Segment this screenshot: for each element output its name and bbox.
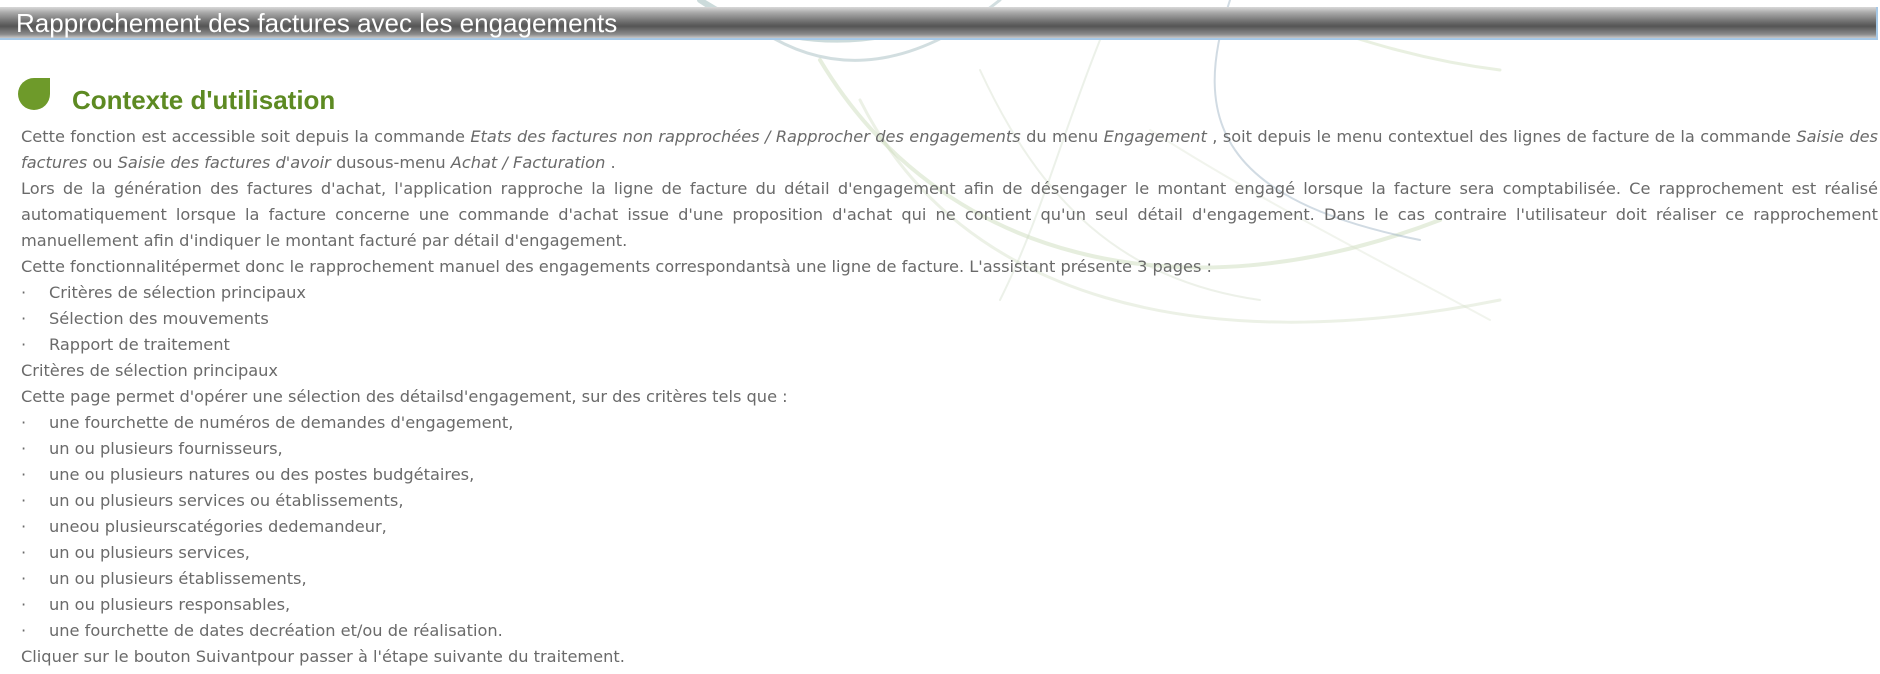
criteria-intro-paragraph: Cette page permet d'opérer une sélection… bbox=[21, 387, 788, 406]
list-item: · uneou plusieurscatégories dedemandeur, bbox=[21, 514, 1878, 540]
list-item: · un ou plusieurs responsables, bbox=[21, 592, 1878, 618]
list-item: · un ou plusieurs établissements, bbox=[21, 566, 1878, 592]
intro-text: ou bbox=[87, 153, 118, 172]
command-name: Saisie des factures d'avoir bbox=[117, 153, 331, 172]
list-item-text: un ou plusieurs services ou établissemen… bbox=[49, 491, 404, 510]
intro-text: . bbox=[605, 153, 616, 172]
bullet-icon: · bbox=[21, 335, 27, 354]
list-item: · un ou plusieurs services ou établisseme… bbox=[21, 488, 1878, 514]
leaf-icon bbox=[18, 78, 50, 110]
list-item-text: Critères de sélection principaux bbox=[49, 283, 306, 302]
bullet-icon: · bbox=[21, 569, 27, 588]
list-item: · une fourchette de numéros de demandes d… bbox=[21, 410, 1878, 436]
description-paragraph: Lors de la génération des factures d'ach… bbox=[21, 179, 1878, 250]
bullet-icon: · bbox=[21, 543, 27, 562]
pages-list: · Critères de sélection principaux · Sélec… bbox=[21, 280, 1878, 358]
intro-paragraph: Cette fonction est accessible soit depui… bbox=[21, 124, 1878, 176]
title-bar: Rapprochement des factures avec les enga… bbox=[0, 7, 1878, 40]
bullet-icon: · bbox=[21, 283, 27, 302]
list-item: · un ou plusieurs services, bbox=[21, 540, 1878, 566]
list-item-text: un ou plusieurs établissements, bbox=[49, 569, 307, 588]
subheading: Critères de sélection principaux bbox=[21, 361, 278, 380]
help-page: Rapprochement des factures avec les enga… bbox=[0, 0, 1880, 674]
bullet-icon: · bbox=[21, 517, 27, 536]
list-item-text: Rapport de traitement bbox=[49, 335, 230, 354]
list-item-text: une fourchette de dates decréation et/ou… bbox=[49, 621, 503, 640]
intro-text: Cette fonction est accessible soit depui… bbox=[21, 127, 471, 146]
bullet-icon: · bbox=[21, 465, 27, 484]
intro-text: dusous-menu bbox=[330, 153, 451, 172]
list-item: · une ou plusieurs natures ou des postes … bbox=[21, 462, 1878, 488]
section-title: Contexte d'utilisation bbox=[72, 85, 336, 115]
list-item: · un ou plusieurs fournisseurs, bbox=[21, 436, 1878, 462]
list-item: · une fourchette de dates decréation et/o… bbox=[21, 618, 1878, 644]
bullet-icon: · bbox=[21, 439, 27, 458]
bullet-icon: · bbox=[21, 413, 27, 432]
page-title: Rapprochement des factures avec les enga… bbox=[16, 8, 618, 38]
list-item-text: une fourchette de numéros de demandes d'… bbox=[49, 413, 514, 432]
next-step-paragraph: Cliquer sur le bouton Suivantpour passer… bbox=[21, 647, 625, 666]
list-item: · Rapport de traitement bbox=[21, 332, 1878, 358]
content-body: Cette fonction est accessible soit depui… bbox=[21, 124, 1878, 670]
feature-paragraph: Cette fonctionnalitépermet donc le rappr… bbox=[21, 257, 1212, 276]
bullet-icon: · bbox=[21, 595, 27, 614]
menu-name: Engagement bbox=[1103, 127, 1207, 146]
list-item-text: uneou plusieurscatégories dedemandeur, bbox=[49, 517, 387, 536]
list-item-text: un ou plusieurs fournisseurs, bbox=[49, 439, 283, 458]
intro-text: du menu bbox=[1020, 127, 1104, 146]
bullet-icon: · bbox=[21, 309, 27, 328]
list-item: · Sélection des mouvements bbox=[21, 306, 1878, 332]
list-item: · Critères de sélection principaux bbox=[21, 280, 1878, 306]
criteria-list: · une fourchette de numéros de demandes d… bbox=[21, 410, 1878, 644]
command-name: Etats des factures non rapprochées / Rap… bbox=[470, 127, 1021, 146]
bullet-icon: · bbox=[21, 491, 27, 510]
bullet-icon: · bbox=[21, 621, 27, 640]
intro-text: , soit depuis le menu contextuel des lig… bbox=[1206, 127, 1797, 146]
list-item-text: une ou plusieurs natures ou des postes b… bbox=[49, 465, 475, 484]
list-item-text: un ou plusieurs services, bbox=[49, 543, 250, 562]
list-item-text: un ou plusieurs responsables, bbox=[49, 595, 291, 614]
list-item-text: Sélection des mouvements bbox=[49, 309, 269, 328]
submenu-name: Achat / Facturation bbox=[450, 153, 606, 172]
